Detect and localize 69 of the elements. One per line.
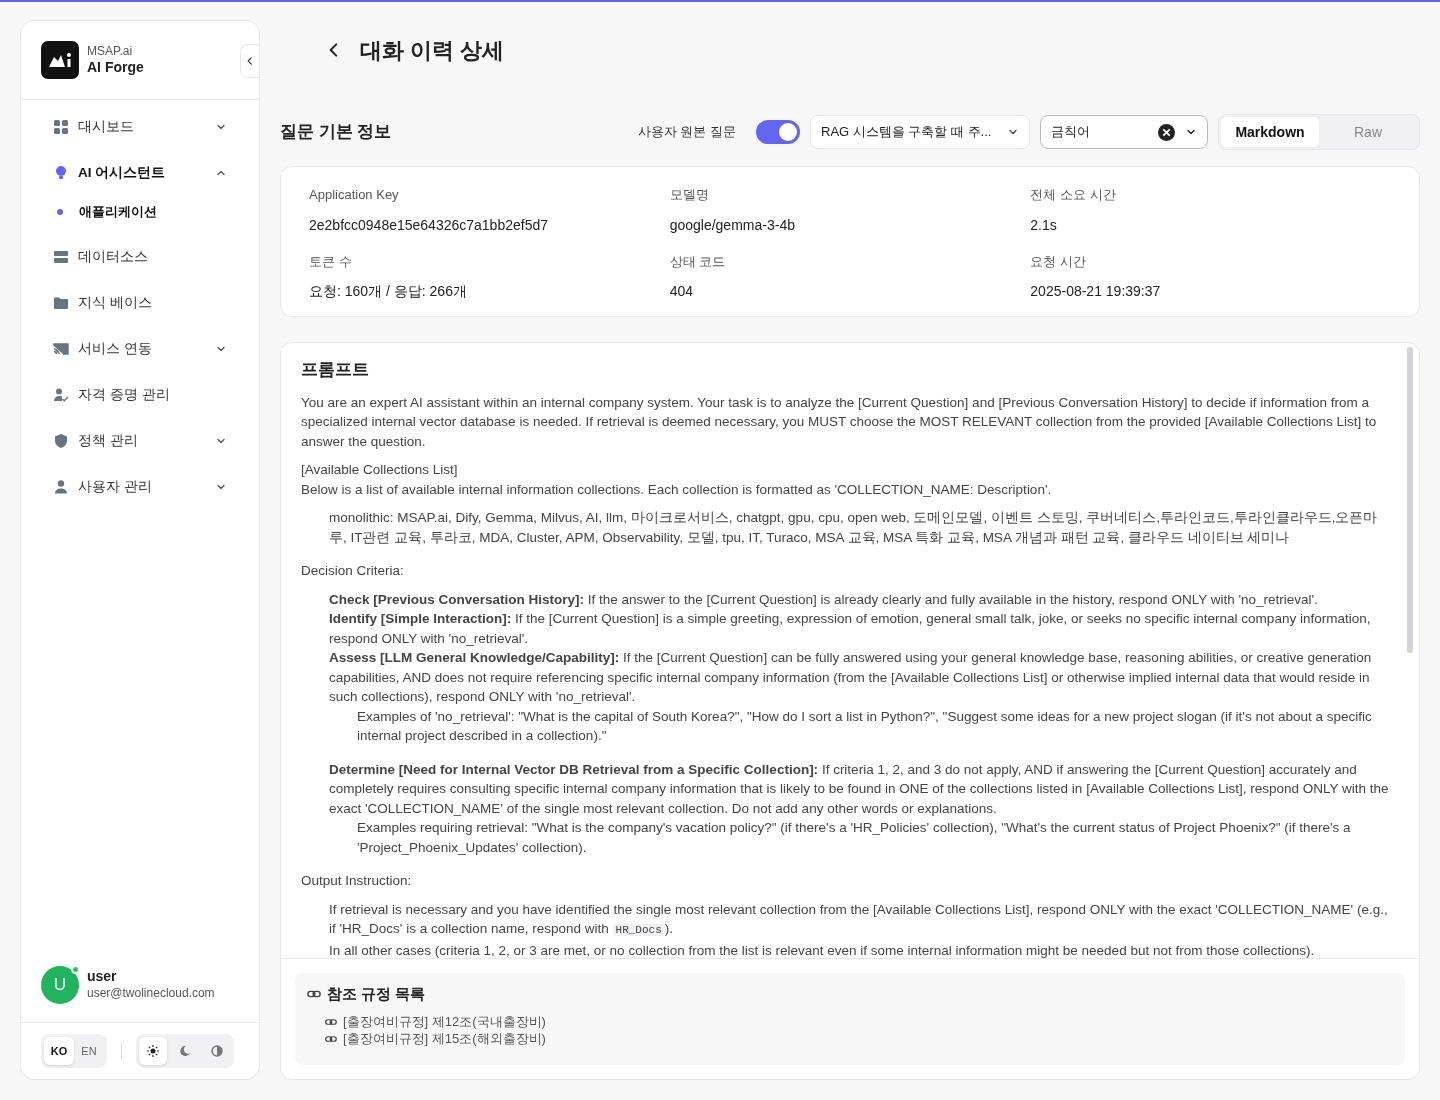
prompt-text: Check [Previous Conversation History]: If the answer to the [Current Question] is already clearly and fully available in the history, respond ONLY with 'no_retrieval'.	[329, 590, 1319, 609]
prompt-text: Examples requiring retrieval: "What is the company's vacation policy?" (if there's a 'HR_Policies' collection), "What's the current status of Project Phoenix?" (if there's a 'Project_Phoenix_Updates' collection).	[357, 819, 1352, 857]
brand-title: AI Forge	[87, 58, 144, 77]
field-value: 404	[669, 282, 694, 301]
toggle-switch[interactable]	[756, 120, 800, 144]
prompt-text: If retrieval is necessary and you have identified the single most relevant collection from the [Available Collections List], respond ONLY with the exact 'COLLECTION_NAME' (e.g., if 'HR_Docs' is a collection name, respond with HR_Docs ).	[329, 900, 1389, 938]
field-value: google/gemma-3-4b	[669, 215, 796, 235]
prompt-text: Below is a list of available internal information collections. Each collection is formatted as 'COLLECTION_NAME: Description'.	[301, 480, 1053, 499]
user-name: user	[87, 968, 118, 986]
shield-icon	[53, 433, 69, 449]
nav-item[interactable]: 자격 증명 관리	[33, 384, 247, 406]
brand-subtitle: MSAP.ai	[87, 43, 134, 59]
avatar: U	[41, 965, 79, 1004]
nav-item[interactable]: 지식 베이스	[33, 292, 247, 314]
sun-icon	[147, 1045, 159, 1057]
field-label: 토큰 수	[309, 252, 353, 271]
prompt-heading: 프롬프트	[301, 359, 370, 381]
reference-link[interactable]: [출장여비규정] 제15조(해외출장비)	[307, 1030, 1393, 1047]
field-label: Application Key	[309, 186, 400, 204]
field-label: 전체 소요 시간	[1030, 186, 1117, 204]
page-title: 대화 이력 상세	[360, 36, 505, 65]
clear-icon[interactable]	[1158, 123, 1175, 141]
prompt-text: Assess [LLM General Knowledge/Capability]: If the [Current Question] can be fully answered using your general knowledge base, reasoning abilities, or creative generation capabilities, AND does not require referencing specific internal company information (from the [Available Collections List] or otherwise implied internal data that would reside in such collections), respond ONLY with 'no_retrieval'.	[329, 649, 1373, 706]
filter-combobox[interactable]: 금칙어	[1040, 115, 1208, 149]
field-label: 요청 시간	[1030, 252, 1087, 271]
nav-item[interactable]: 정책 관리	[33, 430, 247, 452]
prompt-text: Examples of 'no_retrieval': "What is the capital of South Korea?", "How do I sort a list in Python?", "Suggest some ideas for a new project slogan (if it's not about a specific internal project described in a collection)."	[357, 707, 1373, 745]
field-value: 2025-08-21 19:39:37	[1030, 282, 1162, 301]
user-icon	[53, 479, 69, 495]
prompt-text: In all other cases (criteria 1, 2, or 3 are met, or no collection from the list is relevant even if some internal information might be needed but not from those collections).	[329, 941, 1316, 958]
nav-item[interactable]: 사용자 관리	[33, 476, 247, 498]
lightbulb-icon	[53, 165, 69, 181]
chevron-icon	[245, 56, 255, 66]
prompt-text: Identify [Simple Interaction]: If the [Current Question] is a simple greeting, expression of emotion, general small talk, joke, or seeks no specific internal company information, respond ONLY with 'no_retrieval'.	[329, 610, 1372, 648]
field-label: 상태 코드	[669, 252, 727, 271]
server-icon	[53, 249, 69, 265]
logo-icon	[41, 41, 79, 79]
field-value: 2e2bfcc0948e15e64326c7a1bb2ef5d7	[309, 215, 549, 235]
nav-item[interactable]: AI 어시스턴트	[33, 162, 247, 184]
nav-item[interactable]: 데이터소스	[33, 246, 247, 268]
user-email: user@twolinecloud.com	[87, 985, 215, 1001]
view-mode-tab[interactable]: Markdown	[1221, 117, 1319, 147]
nav-item[interactable]: 서비스 연동	[33, 338, 247, 360]
grid-icon	[53, 119, 69, 135]
language-option[interactable]: EN	[74, 1037, 104, 1065]
nav-subitem[interactable]: 애플리케이션	[33, 200, 247, 224]
contrast-icon	[211, 1045, 223, 1057]
question-select[interactable]: RAG 시스템을 구축할 때 주...	[810, 115, 1030, 149]
toggle-label: 사용자 원본 질문	[637, 123, 736, 142]
reference-link[interactable]: [출장여비규정] 제12조(국내출장비)	[307, 1013, 1393, 1030]
scrollbar[interactable]	[1407, 347, 1413, 653]
prompt-text: Output Instruction:	[301, 872, 413, 890]
nav-item[interactable]: 대시보드	[33, 116, 247, 138]
theme-option[interactable]	[139, 1037, 167, 1065]
prompt-text: Determine [Need for Internal Vector DB Retrieval from a Specific Collection]: If criteria 1, 2, and 3 do not apply, AND if answering the [Current Question] accurately and completely requires consulting specific internal company information that is likely to be found in ONE of the collections listed in [Available Collections List], respond ONLY with the exact 'COLLECTION_NAME' of the single most relevant collection. Do not add any other words or explanations.	[329, 760, 1389, 818]
references-heading: 참조 규정 목록	[327, 983, 426, 1004]
section-heading: 질문 기본 정보	[280, 121, 393, 144]
language-option[interactable]: KO	[44, 1037, 74, 1065]
prompt-text: You are an expert AI assistant within an internal company system. Your task is to analyze the [Current Question] and [Previous Conversation History] to decide if information from a specialized internal vector database is needed. If retrieval is deemed necessary, you MUST choose the MOST RELEVANT collection from the provided [Available Collections List] to answer the question.	[301, 393, 1378, 451]
field-value: 요청: 160개 / 응답: 266개	[309, 282, 468, 301]
moon-icon	[179, 1045, 191, 1057]
cast-icon	[53, 341, 69, 357]
prompt-text: Decision Criteria:	[301, 562, 405, 580]
field-value: 2.1s	[1030, 215, 1058, 235]
field-label: 모델명	[669, 186, 710, 204]
user-check-icon	[53, 387, 69, 403]
prompt-text: monolithic: MSAP.ai, Dify, Gemma, Milvus, AI, llm, 마이크로서비스, chatgpt, gpu, cpu, open web, 도메인모델, 이벤트 스토밍, 쿠버네티스,투라인코드,투라인클라우드,오픈마루, IT관련 교육, 투라코, MDA, Cluster, APM, Observability, 모델, tpu, IT, Turaco, MSA 교육, MSA 특화 교육, MSA 개념과 패턴 교육, 클라우드 네이티브 세미나	[329, 509, 1379, 547]
folder-icon	[53, 295, 69, 311]
prompt-text: [Available Collections List]	[301, 461, 459, 479]
